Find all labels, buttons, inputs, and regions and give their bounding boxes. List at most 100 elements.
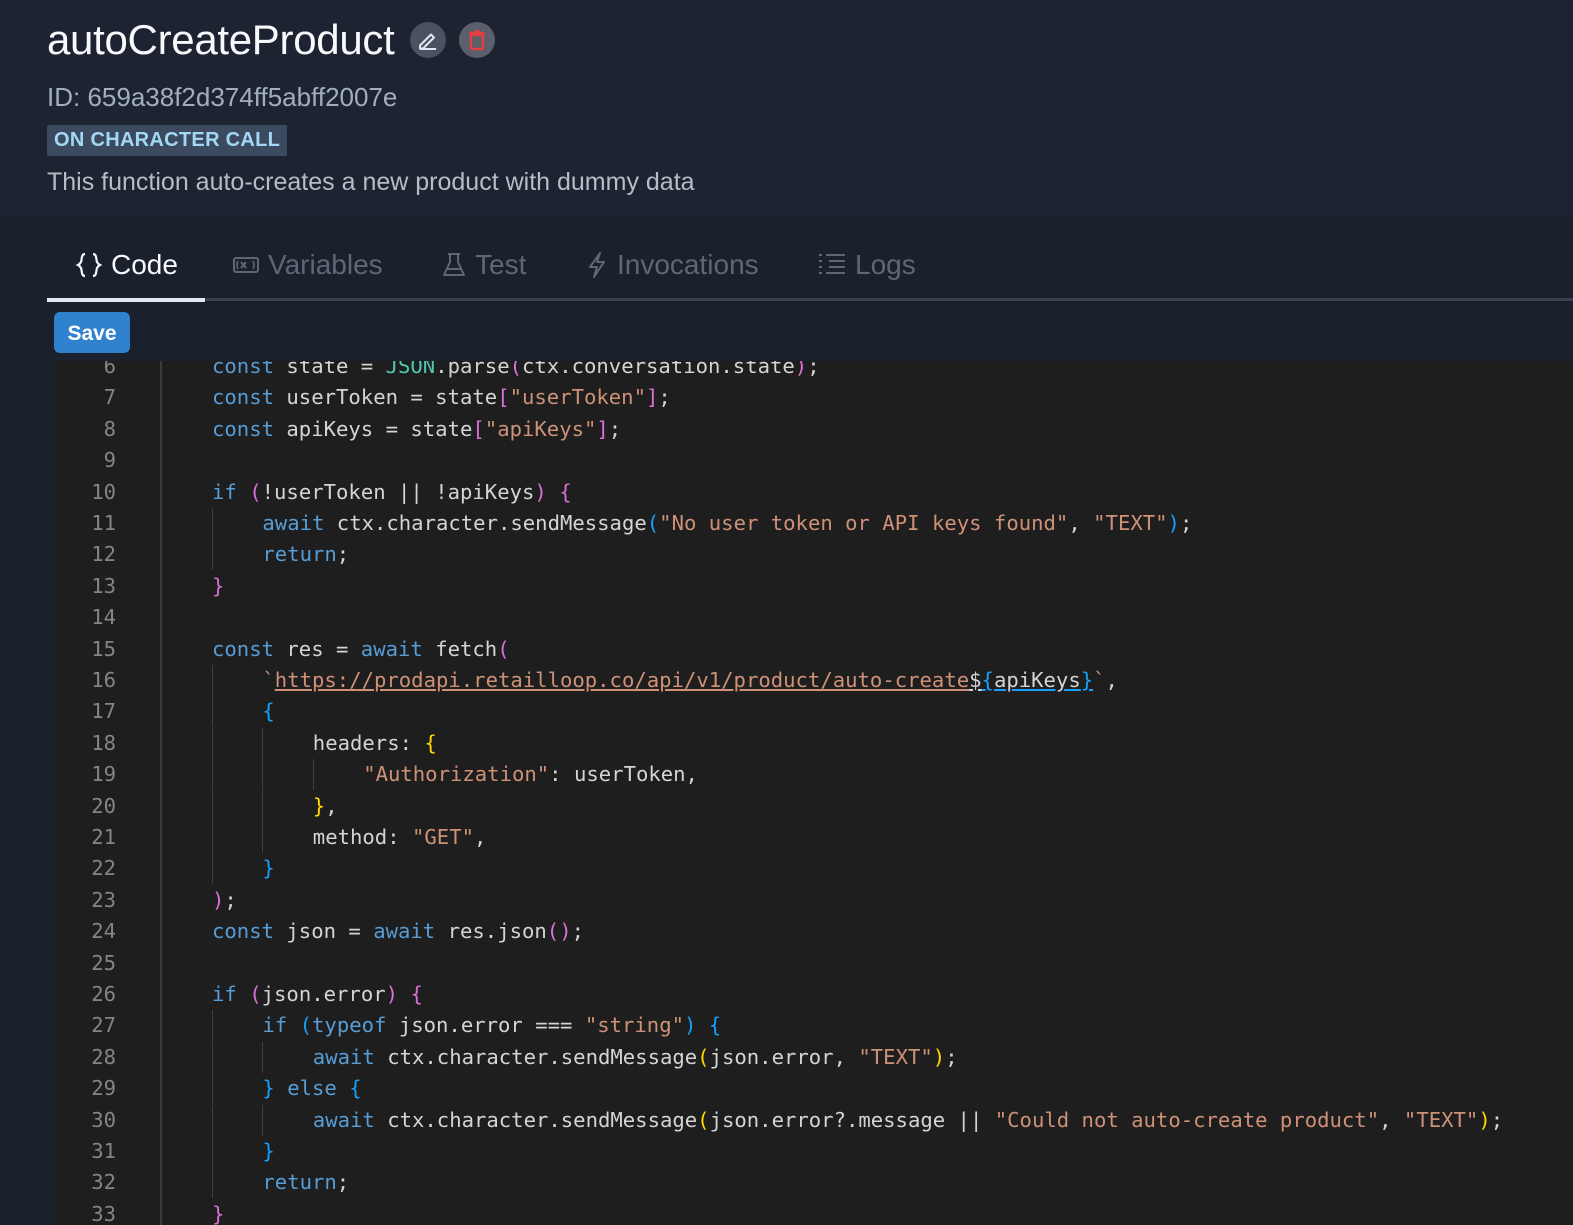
line-number: 13	[91, 573, 116, 598]
code-text: const state = JSON.parse(ctx.conversatio…	[212, 361, 820, 378]
tab-variables-label: Variables	[268, 249, 383, 280]
indent-guide	[212, 1104, 213, 1136]
indent-guide	[262, 1041, 264, 1073]
line-number: 19	[91, 762, 116, 787]
code-line: 7 const userToken = state["userToken"];	[54, 382, 1573, 413]
delete-button[interactable]	[459, 22, 496, 58]
code-text: const json = await res.json();	[212, 919, 585, 944]
code-text: },	[312, 793, 338, 818]
line-number: 33	[91, 1201, 116, 1225]
tab-logs-label: Logs	[855, 249, 916, 280]
save-button[interactable]: Save	[54, 312, 130, 353]
indent-guide	[212, 853, 213, 885]
indent-guide	[212, 539, 213, 571]
code-text: if (typeof json.error === "string") {	[262, 1013, 722, 1038]
edit-pencil-icon	[419, 33, 437, 50]
indent-guide	[212, 1136, 213, 1167]
line-number: 24	[91, 919, 116, 944]
code-line: 8 const apiKeys = state["apiKeys"];	[54, 414, 1573, 445]
code-text: await ctx.character.sendMessage(json.err…	[312, 1107, 1504, 1132]
code-text: );	[212, 887, 237, 912]
braces-icon	[75, 251, 103, 279]
code-line: 15 const res = await fetch(	[54, 634, 1573, 665]
indent-guide	[212, 759, 213, 791]
function-description: This function auto-creates a new product…	[47, 168, 695, 196]
code-line: 21 method: "GET",	[54, 822, 1573, 853]
function-id: ID: 659a38f2d374ff5abff2007e	[47, 82, 398, 112]
code-text: `https://prodapi.retailloop.co/api/v1/pr…	[262, 668, 1118, 692]
code-text: }	[262, 1139, 275, 1163]
indent-guide	[212, 1041, 213, 1073]
code-line: 28 await ctx.character.sendMessage(json.e…	[54, 1041, 1573, 1073]
code-text: const apiKeys = state["apiKeys"];	[212, 416, 622, 441]
tab-test[interactable]: Test	[441, 230, 526, 300]
line-number: 23	[91, 887, 116, 912]
indent-guide	[212, 727, 213, 759]
line-number: 26	[91, 982, 116, 1006]
code-line: 24 const json = await res.json();	[54, 916, 1573, 947]
indent-guide	[212, 508, 213, 539]
line-number: 25	[91, 950, 116, 975]
code-editor[interactable]: 6 const state = JSON.parse(ctx.conversati…	[54, 361, 1573, 1225]
line-number: 14	[91, 605, 116, 630]
line-number: 29	[91, 1076, 116, 1101]
code-line: 26 if (json.error) {	[54, 979, 1573, 1010]
line-number: 17	[91, 699, 116, 724]
function-title: autoCreateProduct	[47, 16, 395, 63]
tab-variables[interactable]: Variables	[232, 230, 383, 300]
code-line: 29 } else {	[54, 1073, 1573, 1105]
indent-guide	[262, 790, 264, 822]
trigger-badge: ON CHARACTER CALL	[47, 125, 288, 156]
variable-icon	[232, 254, 260, 276]
tab-code[interactable]: Code	[75, 230, 178, 300]
edit-button[interactable]	[410, 22, 447, 58]
indent-guide	[212, 790, 213, 822]
active-tab-indicator	[47, 298, 205, 302]
indent-guide	[212, 1010, 213, 1042]
code-line: 25	[54, 948, 1573, 979]
tab-logs[interactable]: Logs	[817, 230, 916, 300]
code-text: } else {	[262, 1076, 362, 1101]
tab-invocations[interactable]: Invocations	[585, 230, 759, 300]
indent-guide	[262, 727, 264, 759]
tab-test-label: Test	[475, 249, 527, 280]
line-number: 30	[91, 1107, 116, 1132]
code-line: 17 {	[54, 696, 1573, 728]
code-text: if (json.error) {	[212, 982, 423, 1006]
tab-divider	[47, 298, 1573, 301]
code-text: }	[212, 573, 225, 598]
tab-bar: Code Variables Test Invocations Logs	[47, 230, 1573, 302]
line-number: 16	[91, 668, 116, 692]
code-text: method: "GET",	[312, 825, 487, 849]
line-number: 11	[91, 511, 116, 535]
line-number: 8	[103, 416, 116, 441]
indent-guide	[262, 759, 264, 791]
code-line: 19 "Authorization": userToken,	[54, 759, 1573, 791]
code-text: await ctx.character.sendMessage(json.err…	[312, 1044, 958, 1069]
code-text: return;	[262, 542, 350, 567]
bolt-icon	[585, 251, 609, 279]
code-line: 22}	[54, 853, 1573, 885]
code-line: 27 if (typeof json.error === "string") {	[54, 1010, 1573, 1042]
line-number: 7	[103, 385, 116, 410]
code-line: 33}	[54, 1199, 1573, 1225]
indent-guide	[212, 665, 213, 696]
line-number: 21	[91, 825, 116, 849]
indent-guide	[262, 1104, 264, 1136]
line-number: 9	[103, 448, 116, 473]
code-line: 20},	[54, 790, 1573, 822]
code-line: 23);	[54, 885, 1573, 916]
line-number: 6	[103, 361, 116, 378]
code-line: 16 `https://prodapi.retailloop.co/api/v1/…	[54, 665, 1573, 696]
indent-guide	[262, 822, 264, 853]
line-number: 10	[91, 479, 116, 504]
line-number: 15	[91, 636, 116, 661]
code-text: {	[262, 699, 275, 724]
line-number: 12	[91, 542, 116, 567]
code-line: 10 if (!userToken || !apiKeys) {	[54, 477, 1573, 508]
code-text: }	[212, 1201, 225, 1225]
indent-guide	[312, 759, 314, 791]
code-line: 30 await ctx.character.sendMessage(json.e…	[54, 1104, 1573, 1136]
line-number: 32	[91, 1170, 116, 1195]
line-number: 18	[91, 730, 116, 755]
